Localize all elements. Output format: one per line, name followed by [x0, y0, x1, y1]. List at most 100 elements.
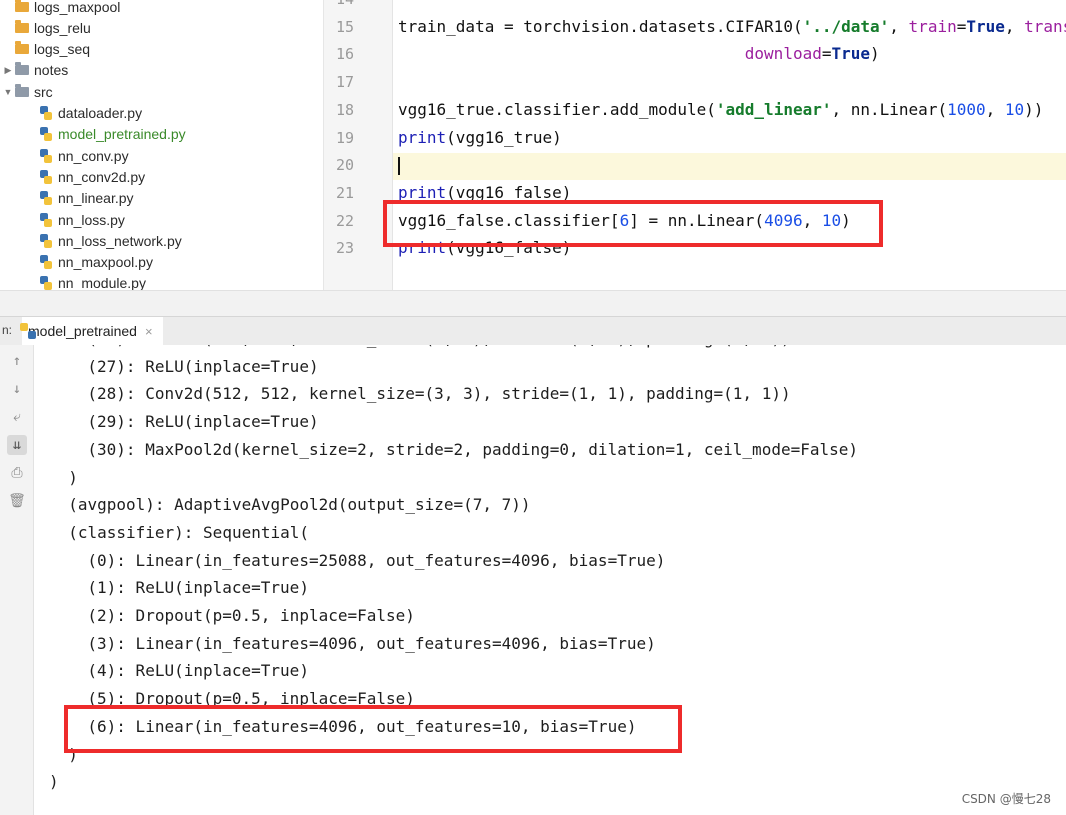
line-number: 18	[335, 100, 354, 119]
tab-model-pretrained[interactable]: model_pretrained ×	[20, 317, 163, 347]
code-token: 'add_linear'	[715, 99, 832, 119]
soft-wrap-icon[interactable]: ⤶	[7, 407, 27, 427]
line-number: 23	[335, 239, 354, 258]
current-line-highlight	[393, 153, 1066, 181]
python-file-icon	[38, 169, 54, 184]
folder-icon	[14, 62, 30, 77]
code-line[interactable]: download=True)	[398, 44, 880, 63]
tree-item-label: nn_loss_network.py	[58, 232, 182, 249]
python-file-icon	[38, 233, 54, 248]
console-output-line: (1): ReLU(inplace=True)	[87, 578, 309, 598]
code-token: )	[870, 44, 880, 64]
tree-file-nn-conv[interactable]: nn_conv.py	[0, 145, 323, 166]
code-token: print	[398, 127, 447, 147]
tree-item-label: src	[34, 83, 53, 100]
python-file-icon	[38, 212, 54, 227]
chevron-right-icon[interactable]: ▶	[2, 65, 14, 76]
tree-file-dataloader[interactable]: dataloader.py	[0, 103, 323, 124]
line-number: 21	[335, 183, 354, 202]
tree-file-nn-loss[interactable]: nn_loss.py	[0, 209, 323, 230]
code-token: download	[744, 44, 822, 64]
tree-item-label: dataloader.py	[58, 105, 143, 121]
folder-icon	[14, 19, 30, 35]
line-number: 22	[335, 211, 354, 230]
tree-item-label: logs_seq	[34, 41, 91, 58]
code-token: ,	[985, 99, 1005, 119]
code-token: train_data = torchvision.datasets.CIFAR1…	[398, 16, 803, 36]
tree-file-nn-maxpool[interactable]: nn_maxpool.py	[0, 252, 323, 273]
python-file-icon	[38, 276, 54, 291]
folder-icon	[14, 83, 30, 99]
tree-folder-logs-seq[interactable]: logs_seq	[0, 39, 323, 60]
editor-status-strip	[0, 290, 1066, 317]
console-output-line: (2): Dropout(p=0.5, inplace=False)	[87, 606, 415, 625]
code-token: ,	[1004, 16, 1025, 36]
tree-item-label: nn_maxpool.py	[58, 254, 153, 271]
tree-folder-notes[interactable]: ▶ notes	[0, 60, 323, 81]
tree-item-label: nn_module.py	[58, 275, 146, 292]
console-output-line: (3): Linear(in_features=4096, out_featur…	[87, 633, 656, 653]
line-number: 14	[324, 0, 354, 8]
scroll-up-icon[interactable]: ↑	[7, 351, 27, 371]
close-icon[interactable]: ×	[145, 324, 153, 339]
python-file-icon	[38, 127, 54, 142]
editor-gutter: 14 15 16 17 18 19 20 21 22 23	[324, 0, 392, 290]
folder-icon	[14, 0, 30, 14]
console-toolbar: ↑ ↓ ⤶ ⇊ ⎙ 🗑	[0, 345, 34, 815]
scroll-down-icon[interactable]: ↓	[7, 379, 27, 399]
console-output-line: (30): MaxPool2d(kernel_size=2, stride=2,…	[87, 439, 859, 459]
code-token: ,	[889, 16, 909, 36]
line-number: 15	[335, 17, 354, 36]
code-token: ))	[1024, 99, 1044, 119]
code-token: (vgg16_true)	[446, 127, 562, 147]
tree-item-label: model_pretrained.py	[58, 126, 186, 143]
code-line[interactable]	[398, 155, 400, 175]
line-number: 17	[335, 73, 354, 92]
code-line[interactable]: vgg16_true.classifier.add_module('add_li…	[398, 100, 1043, 119]
code-token: trans	[1024, 16, 1066, 36]
tree-file-nn-linear[interactable]: nn_linear.py	[0, 188, 323, 209]
tree-folder-src[interactable]: ▼ src	[0, 81, 323, 102]
code-line[interactable]: print(vgg16_true)	[398, 128, 562, 147]
tree-file-nn-loss-network[interactable]: nn_loss_network.py	[0, 230, 323, 251]
tree-folder-logs-maxpool[interactable]: logs_maxpool	[0, 0, 323, 17]
python-file-icon	[38, 255, 54, 270]
console-output-line: (avgpool): AdaptiveAvgPool2d(output_size…	[68, 495, 531, 515]
tree-folder-logs-relu[interactable]: logs_relu	[0, 17, 323, 38]
line-number: 16	[335, 45, 354, 64]
trash-icon[interactable]: 🗑	[7, 491, 27, 511]
console-output-line: (26): Conv2d(512, 512, kernel_size=(3, 3…	[87, 345, 790, 348]
python-file-icon	[38, 106, 54, 120]
run-label: n:	[2, 323, 13, 337]
tree-item-label: nn_conv2d.py	[58, 168, 146, 185]
console-highlight-box	[64, 705, 682, 753]
print-icon[interactable]: ⎙	[7, 463, 27, 483]
tree-item-label: logs_relu	[34, 19, 91, 36]
scroll-to-end-icon[interactable]: ⇊	[7, 435, 27, 455]
python-file-icon	[38, 148, 54, 163]
console-output-line: (0): Linear(in_features=25088, out_featu…	[87, 550, 666, 570]
code-token: True	[966, 16, 1005, 36]
code-token: vgg16_true.classifier.add_module(	[398, 99, 716, 119]
code-token: 1000	[947, 99, 986, 119]
code-token: =	[956, 16, 967, 36]
text-caret	[398, 156, 400, 175]
tree-file-model-pretrained[interactable]: model_pretrained.py	[0, 124, 323, 145]
console-output-line: (29): ReLU(inplace=True)	[87, 412, 319, 432]
tree-item-label: nn_loss.py	[58, 211, 125, 228]
console-output-line: (28): Conv2d(512, 512, kernel_size=(3, 3…	[87, 384, 791, 404]
tree-file-nn-conv2d[interactable]: nn_conv2d.py	[0, 166, 323, 187]
code-token: train	[908, 16, 957, 36]
editor-highlight-box	[383, 200, 883, 247]
code-token: , nn.Linear(	[831, 99, 948, 119]
line-number: 19	[335, 128, 354, 147]
tree-item-label: logs_maxpool	[34, 0, 121, 15]
code-token: '../data'	[802, 16, 890, 36]
chevron-down-icon[interactable]: ▼	[2, 87, 14, 97]
tree-item-label: nn_conv.py	[58, 147, 129, 164]
folder-icon	[14, 41, 30, 56]
run-tab-label: model_pretrained	[28, 323, 137, 339]
code-line[interactable]: train_data = torchvision.datasets.CIFAR1…	[398, 17, 1066, 36]
python-file-icon	[38, 191, 54, 206]
code-token: 10	[1004, 99, 1025, 119]
